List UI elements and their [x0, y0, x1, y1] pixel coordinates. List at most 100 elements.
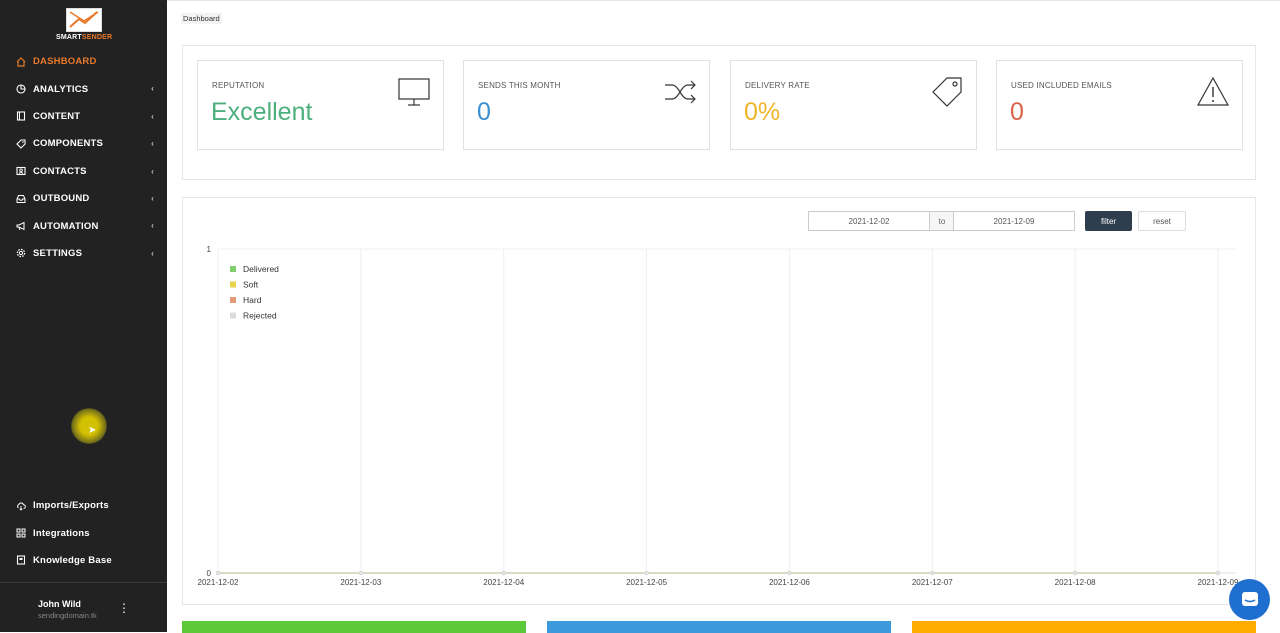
pie-chart-icon — [16, 84, 26, 94]
sidebar-item-label: AUTOMATION — [33, 220, 99, 232]
stat-label: DELIVERY RATE — [745, 81, 810, 90]
sidebar-item-outbound[interactable]: OUTBOUND ‹ — [0, 185, 167, 212]
y-tick-label: 1 — [207, 245, 212, 254]
legend-swatch-hard — [230, 297, 236, 303]
sidebar-item-label: COMPONENTS — [33, 138, 104, 150]
sidebar-item-label: CONTACTS — [33, 165, 87, 177]
data-point-rejected — [644, 570, 649, 576]
sidebar-item-label: OUTBOUND — [33, 193, 90, 205]
x-tick-label: 2021-12-03 — [340, 578, 381, 587]
sidebar-item-analytics[interactable]: ANALYTICS ‹ — [0, 75, 167, 102]
data-point-rejected — [358, 570, 363, 576]
data-point-rejected — [787, 570, 792, 576]
sidebar-bottom-nav: Imports/Exports Integrations Knowledge B… — [0, 492, 167, 574]
stat-label: REPUTATION — [212, 81, 265, 90]
legend-swatch-soft — [230, 281, 236, 288]
grid-icon — [16, 528, 26, 538]
stat-value: 0% — [744, 98, 781, 126]
chevron-left-icon: ‹ — [151, 139, 154, 149]
y-tick-label: 0 — [207, 569, 212, 578]
chat-icon — [1241, 591, 1258, 606]
book-open-icon — [16, 555, 26, 566]
sidebar-item-dashboard[interactable]: DASHBOARD — [0, 48, 167, 75]
sidebar-item-integrations[interactable]: Integrations — [0, 519, 167, 546]
logo-text-part2: SENDER — [81, 34, 113, 41]
price-tag-icon — [930, 75, 964, 109]
stat-label: USED INCLUDED EMAILS — [1011, 81, 1112, 90]
gear-icon — [16, 248, 26, 258]
megaphone-icon — [16, 221, 26, 231]
stat-value: Excellent — [211, 98, 313, 126]
legend-label-soft: Soft — [243, 280, 259, 290]
user-name: John Wild — [38, 599, 81, 609]
x-tick-label: 2021-12-02 — [198, 578, 239, 587]
x-tick-label: 2021-12-05 — [626, 578, 667, 587]
legend-label-delivered: Delivered — [243, 264, 279, 274]
stat-label: SENDS THIS MONTH — [478, 81, 561, 90]
logo-text-part1: SMART — [56, 34, 82, 41]
delivery-chart: 0 1 2021-12-02 2021-12-03 2021-12-04 2021-12-… — [198, 245, 1239, 587]
chevron-left-icon: ‹ — [151, 248, 154, 258]
inbox-icon — [16, 194, 26, 204]
mouse-cursor-icon: ➤ — [88, 425, 97, 436]
data-point-rejected — [930, 570, 935, 576]
user-panel: John Wild sendingdomain.tk ⋮ — [0, 582, 167, 632]
logo-image — [66, 8, 102, 32]
logo-text: SMARTSENDER — [56, 34, 112, 41]
chevron-left-icon: ‹ — [151, 221, 154, 231]
shuffle-icon — [663, 75, 697, 109]
chevron-left-icon: ‹ — [151, 166, 154, 176]
stat-card-sends-this-month: SENDS THIS MONTH 0 — [463, 60, 710, 150]
sidebar-item-content[interactable]: CONTENT ‹ — [0, 103, 167, 130]
sidebar-item-label: Knowledge Base — [33, 554, 112, 566]
summary-card-green — [182, 621, 526, 633]
warning-icon — [1196, 75, 1230, 109]
book-icon — [16, 111, 26, 122]
data-point-rejected — [1073, 570, 1078, 576]
contacts-icon — [16, 166, 26, 176]
summary-card-orange — [912, 621, 1256, 633]
more-options-icon[interactable]: ⋮ — [118, 601, 130, 615]
x-tick-label: 2021-12-08 — [1055, 578, 1096, 587]
breadcrumb[interactable]: Dashboard — [181, 13, 222, 24]
x-tick-label: 2021-12-06 — [769, 578, 810, 587]
chevron-left-icon: ‹ — [151, 84, 154, 94]
data-point-rejected — [1215, 570, 1221, 576]
legend-label-hard: Hard — [243, 295, 262, 305]
sidebar: SMARTSENDER DASHBOARD ANALYTICS ‹ CONTEN… — [0, 0, 167, 632]
sidebar-nav: DASHBOARD ANALYTICS ‹ CONTENT ‹ COMPONEN… — [0, 48, 167, 267]
tag-icon — [16, 139, 26, 149]
stat-value: 0 — [477, 98, 491, 126]
x-tick-label: 2021-12-07 — [912, 578, 953, 587]
chevron-left-icon: ‹ — [151, 193, 154, 203]
sidebar-item-imports-exports[interactable]: Imports/Exports — [0, 492, 167, 519]
sidebar-item-label: ANALYTICS — [33, 83, 89, 95]
sidebar-item-contacts[interactable]: CONTACTS ‹ — [0, 158, 167, 185]
sidebar-item-components[interactable]: COMPONENTS ‹ — [0, 130, 167, 157]
sidebar-item-knowledge-base[interactable]: Knowledge Base — [0, 547, 167, 574]
stats-panel: REPUTATION Excellent SENDS THIS MONTH 0 … — [182, 45, 1256, 180]
summary-card-blue — [547, 621, 891, 633]
chat-button[interactable] — [1229, 579, 1270, 620]
data-point-rejected — [215, 570, 221, 576]
sidebar-item-label: DASHBOARD — [33, 56, 97, 68]
stat-card-reputation: REPUTATION Excellent — [197, 60, 444, 150]
logo[interactable]: SMARTSENDER — [56, 8, 112, 44]
sidebar-item-label: Imports/Exports — [33, 500, 109, 512]
stat-card-delivery-rate: DELIVERY RATE 0% — [730, 60, 977, 150]
stat-card-used-included-emails: USED INCLUDED EMAILS 0 — [996, 60, 1243, 150]
data-point-rejected — [501, 570, 506, 576]
cloud-transfer-icon — [16, 501, 26, 511]
chevron-left-icon: ‹ — [151, 111, 154, 121]
sidebar-item-label: Integrations — [33, 527, 90, 539]
main-content: Dashboard REPUTATION Excellent SENDS THI… — [167, 0, 1280, 633]
chart-panel: 2021-12-02 to 2021-12-09 filter reset 01… — [182, 197, 1256, 605]
sidebar-item-automation[interactable]: AUTOMATION ‹ — [0, 212, 167, 239]
sidebar-item-label: SETTINGS — [33, 247, 83, 259]
user-domain: sendingdomain.tk — [38, 611, 97, 620]
home-icon — [16, 56, 26, 67]
sidebar-item-settings[interactable]: SETTINGS ‹ — [0, 240, 167, 267]
x-tick-label: 2021-12-04 — [483, 578, 524, 587]
legend-swatch-rejected — [230, 312, 236, 319]
monitor-icon — [397, 75, 431, 109]
